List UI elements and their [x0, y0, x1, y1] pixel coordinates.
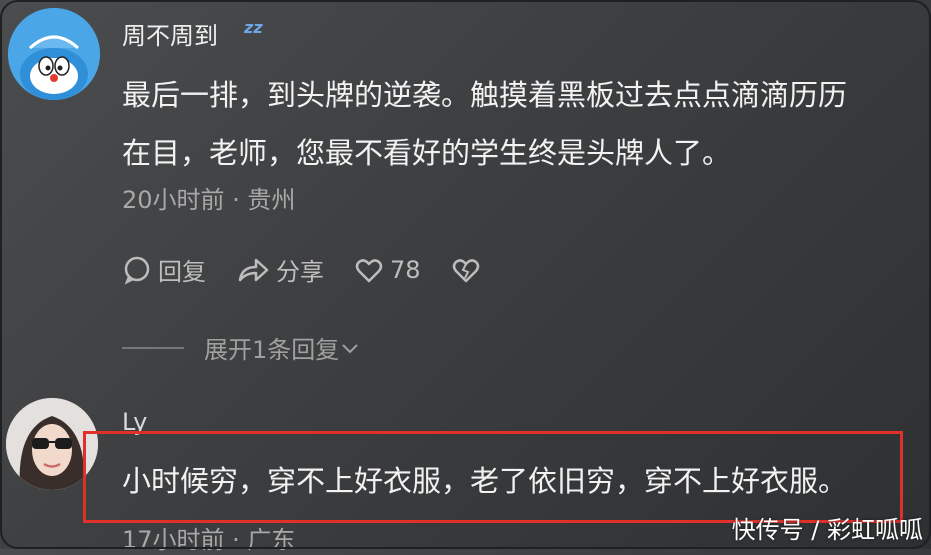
comment-meta: 20小时前 · 贵州 — [122, 186, 296, 214]
share-label: 分享 — [276, 258, 324, 286]
heart-icon — [355, 258, 383, 282]
share-button[interactable]: 分享 — [236, 252, 324, 287]
divider-line — [122, 346, 184, 349]
share-arrow-icon — [238, 258, 269, 281]
broken-heart-icon — [452, 258, 479, 282]
chevron-down-icon — [342, 343, 358, 353]
comment-content: 最后一排，到头牌的逆袭。触摸着黑板过去点点滴滴历历 在目，老师，您最不看好的学生… — [122, 66, 847, 182]
expand-replies-button[interactable]: 展开1条回复 — [122, 330, 361, 365]
reply-button[interactable]: 回复 — [122, 252, 206, 287]
comment-bubble-icon — [124, 256, 150, 285]
avatar[interactable] — [8, 8, 100, 100]
comment-username[interactable]: 周不周到 — [122, 16, 218, 51]
comment-actions: 回复 分享 78 — [122, 252, 517, 287]
zz-sleep-icon: zz — [244, 18, 263, 37]
like-button[interactable]: 78 — [354, 255, 421, 285]
comment-meta: 17小时前 · 广东 — [122, 526, 296, 554]
doraemon-avatar-icon — [8, 8, 100, 100]
expand-replies-label: 展开1条回复 — [204, 336, 340, 364]
comment-line: 最后一排，到头牌的逆袭。触摸着黑板过去点点滴滴历历 — [122, 78, 848, 112]
like-count: 78 — [390, 255, 421, 284]
comment-line: 在目，老师，您最不看好的学生终是头牌人了。 — [122, 136, 732, 170]
watermark: 快传号 / 彩虹呱呱 — [731, 516, 923, 544]
reply-label: 回复 — [158, 258, 206, 286]
dislike-button[interactable] — [451, 255, 487, 285]
